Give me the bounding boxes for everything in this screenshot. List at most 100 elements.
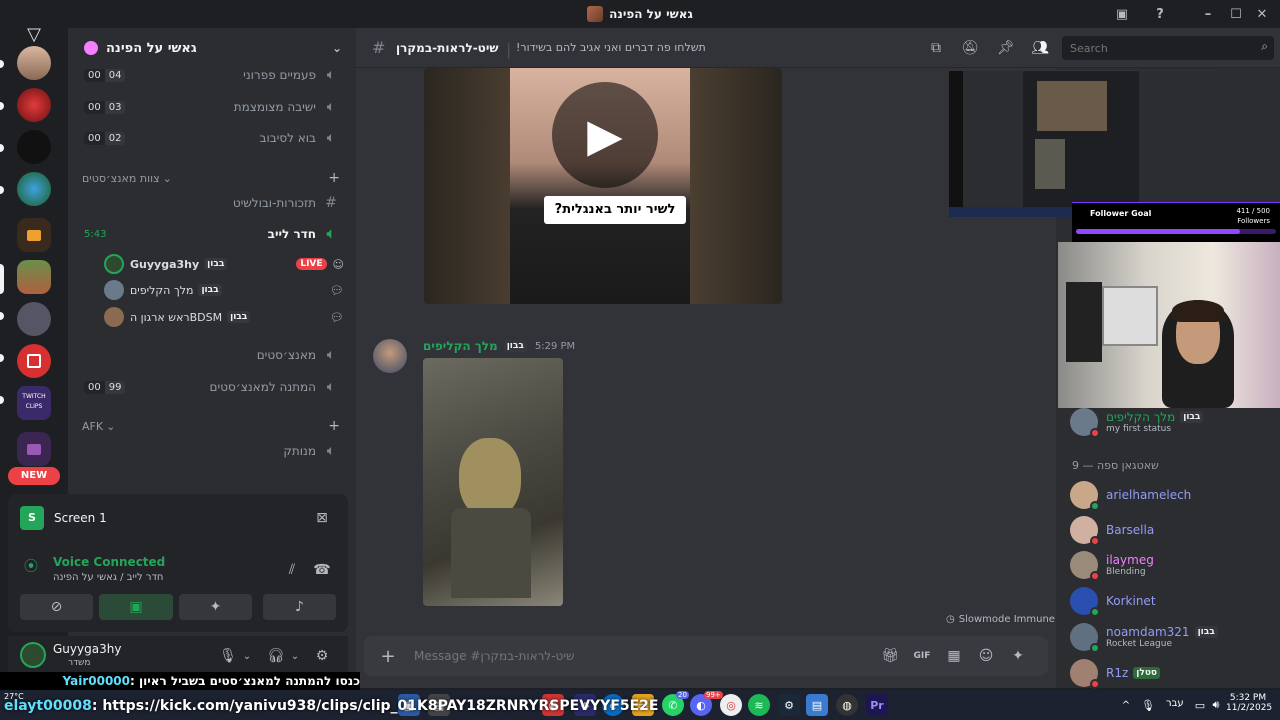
voice-channel[interactable]: 🔈︎ המתנה למאנצ׳סטים 00 99 bbox=[76, 373, 348, 401]
live-voice-channel[interactable]: 🔈︎ חדר לייב 5:43 bbox=[76, 220, 348, 248]
member-item[interactable]: arielhamelech bbox=[1070, 478, 1280, 512]
image-attachment[interactable] bbox=[423, 358, 563, 606]
member-list-icon[interactable]: 👥︎ bbox=[1030, 38, 1050, 58]
text-channel[interactable]: # תזכורות-ובולשיט bbox=[76, 189, 348, 217]
user-count: 00 04 bbox=[84, 68, 126, 82]
server-icon-1[interactable] bbox=[17, 46, 51, 80]
notification-bell-icon[interactable]: 🔕︎ bbox=[960, 38, 980, 58]
server-icon-2[interactable] bbox=[17, 88, 51, 122]
voice-channel[interactable]: 🔈︎ ישיבה מצומצמת 00 03 bbox=[76, 93, 348, 121]
steam-icon[interactable]: ⚙︎ bbox=[778, 694, 800, 716]
voice-status[interactable]: Voice Connected bbox=[53, 555, 165, 569]
chevron-down-icon: ⌄ bbox=[331, 41, 342, 55]
maximize-button[interactable]: ☐ bbox=[1226, 4, 1246, 24]
member-item[interactable]: ilaymeg Blending bbox=[1070, 548, 1280, 582]
goal-progress-bar bbox=[1076, 229, 1276, 234]
apps-icon[interactable]: ✦ bbox=[1008, 646, 1028, 666]
headphones-icon[interactable]: 🎧︎ bbox=[266, 646, 286, 666]
voice-channel[interactable]: 🔈︎ פעמיים פפרוני 00 04 bbox=[76, 61, 348, 89]
avatar bbox=[1070, 587, 1100, 617]
emoji-icon[interactable]: ☺ bbox=[976, 646, 996, 666]
channel-topic[interactable]: !תשלחו פה דברים ואני אגיב להם בשידור bbox=[516, 41, 706, 54]
voice-user[interactable]: Guyyga3hy בבון LIVE ☺ bbox=[104, 252, 344, 276]
chrome-icon[interactable]: ◎ bbox=[720, 694, 742, 716]
voice-user[interactable]: ראש ארגון הBDSM בבון 💬︎ bbox=[104, 305, 344, 329]
minimize-button[interactable]: – bbox=[1198, 4, 1218, 24]
gift-icon[interactable]: 🎁︎ bbox=[880, 646, 900, 666]
voice-location[interactable]: חדר לייב / גאשי על הפינה bbox=[53, 572, 163, 583]
language-indicator[interactable]: עבר bbox=[1166, 698, 1184, 709]
add-channel-icon[interactable]: + bbox=[328, 418, 340, 434]
member-item[interactable]: Barsella bbox=[1070, 513, 1280, 547]
server-icon-active[interactable] bbox=[17, 260, 51, 294]
close-button[interactable]: ✕ bbox=[1252, 4, 1272, 24]
chevron-down-icon[interactable]: ⌄ bbox=[288, 646, 302, 666]
avatar[interactable] bbox=[20, 642, 46, 668]
chat-bubble-icon: 💬︎ bbox=[330, 283, 344, 297]
hash-icon: # bbox=[372, 38, 386, 57]
disconnect-icon[interactable]: ☎︎ bbox=[312, 560, 332, 580]
inbox-icon[interactable]: ▣ bbox=[1112, 4, 1132, 24]
member-item[interactable]: noamdam321 בבון Rocket League bbox=[1070, 620, 1280, 654]
spotify-icon[interactable]: ≋ bbox=[748, 694, 770, 716]
avatar bbox=[104, 307, 124, 327]
category-header[interactable]: צוות מאנצ׳סטים ⌄ + bbox=[82, 170, 340, 186]
search-box[interactable]: ⌕ bbox=[1062, 36, 1274, 60]
avatar[interactable] bbox=[373, 339, 407, 373]
username[interactable]: Guyyga3hy bbox=[53, 642, 121, 656]
speaker-icon: 🔈︎ bbox=[326, 443, 336, 459]
screen-share-button[interactable]: ▣ bbox=[99, 594, 173, 620]
hash-icon: # bbox=[325, 195, 337, 211]
server-icon-3[interactable] bbox=[17, 130, 51, 164]
avatar bbox=[1070, 551, 1100, 581]
network-icon[interactable]: ▭ bbox=[1192, 696, 1208, 714]
voice-channel[interactable]: 🔈︎ מאנצ׳סטים bbox=[76, 341, 348, 369]
message-author[interactable]: מלך הקליפים bbox=[423, 339, 498, 353]
server-icon-globe[interactable] bbox=[17, 172, 51, 206]
afk-channel[interactable]: 🔈︎ מנותק bbox=[76, 437, 348, 465]
stream-ticker-2: elayt00008 : https://kick.com/yanivu938/… bbox=[4, 698, 659, 714]
microphone-tray-icon[interactable]: 🎙︎ bbox=[1140, 696, 1156, 714]
soundboard-button[interactable]: ♪ bbox=[263, 594, 336, 620]
stop-stream-icon[interactable]: ⊠ bbox=[312, 508, 332, 528]
noise-suppression-icon[interactable]: ⫽ bbox=[282, 560, 302, 580]
new-badge[interactable]: NEW bbox=[8, 467, 60, 485]
voice-channel[interactable]: 🔈︎ בוא לסיבוב 00 02 bbox=[76, 124, 348, 152]
search-input[interactable] bbox=[1070, 39, 1250, 57]
chevron-down-icon[interactable]: ⌄ bbox=[240, 646, 254, 666]
folder-icon-2[interactable] bbox=[17, 432, 51, 466]
threads-icon[interactable]: ⧉ bbox=[926, 38, 946, 58]
member-item[interactable]: R1z סטלן bbox=[1070, 656, 1280, 690]
camera-off-button[interactable]: ⊘ bbox=[20, 594, 93, 620]
member-item[interactable]: Korkinet bbox=[1070, 584, 1280, 618]
add-channel-icon[interactable]: + bbox=[328, 170, 340, 186]
twitch-server-icon[interactable] bbox=[17, 344, 51, 378]
twitch-clips-server-icon[interactable]: TWITCH CLIPS bbox=[17, 386, 51, 420]
notepad-icon[interactable]: ▤ bbox=[806, 694, 828, 716]
avatar bbox=[1070, 516, 1100, 546]
folder-icon[interactable] bbox=[17, 218, 51, 252]
premiere-icon[interactable]: Pr bbox=[866, 694, 888, 716]
message-input[interactable] bbox=[414, 644, 854, 668]
video-embed[interactable]: ▶ לשיר יותר באנגלית? bbox=[424, 68, 782, 304]
clock[interactable]: 5:32 PM 11/2/2025 bbox=[1226, 693, 1272, 713]
chat-bubble-icon: 💬︎ bbox=[330, 310, 344, 324]
settings-gear-icon[interactable]: ⚙︎ bbox=[312, 646, 332, 666]
avatar bbox=[1070, 481, 1100, 511]
tray-chevron-icon[interactable]: ^ bbox=[1118, 696, 1134, 714]
member-item[interactable]: מלך הקליפים בבון my first status bbox=[1070, 405, 1280, 439]
category-header-afk[interactable]: AFK ⌄ + bbox=[82, 418, 340, 434]
voice-user[interactable]: מלך הקליפים בבון 💬︎ bbox=[104, 278, 344, 302]
activities-button[interactable]: ✦ bbox=[179, 594, 252, 620]
pin-icon[interactable]: 📌︎ bbox=[996, 38, 1016, 58]
add-attachment-icon[interactable]: + bbox=[378, 646, 398, 667]
chat-header: # שיט-לראות-במקרן | !תשלחו פה דברים ואני… bbox=[356, 28, 1280, 68]
server-icon-5[interactable] bbox=[17, 302, 51, 336]
microphone-icon[interactable]: 🎙︎ bbox=[218, 646, 238, 666]
play-icon[interactable]: ▶ bbox=[552, 82, 658, 188]
help-icon[interactable]: ? bbox=[1150, 4, 1170, 24]
obs-icon[interactable]: ◍ bbox=[836, 694, 858, 716]
sticker-icon[interactable]: ▦ bbox=[944, 646, 964, 666]
gif-icon[interactable]: GIF bbox=[910, 646, 934, 666]
volume-icon[interactable]: 🔊︎ bbox=[1208, 696, 1224, 714]
